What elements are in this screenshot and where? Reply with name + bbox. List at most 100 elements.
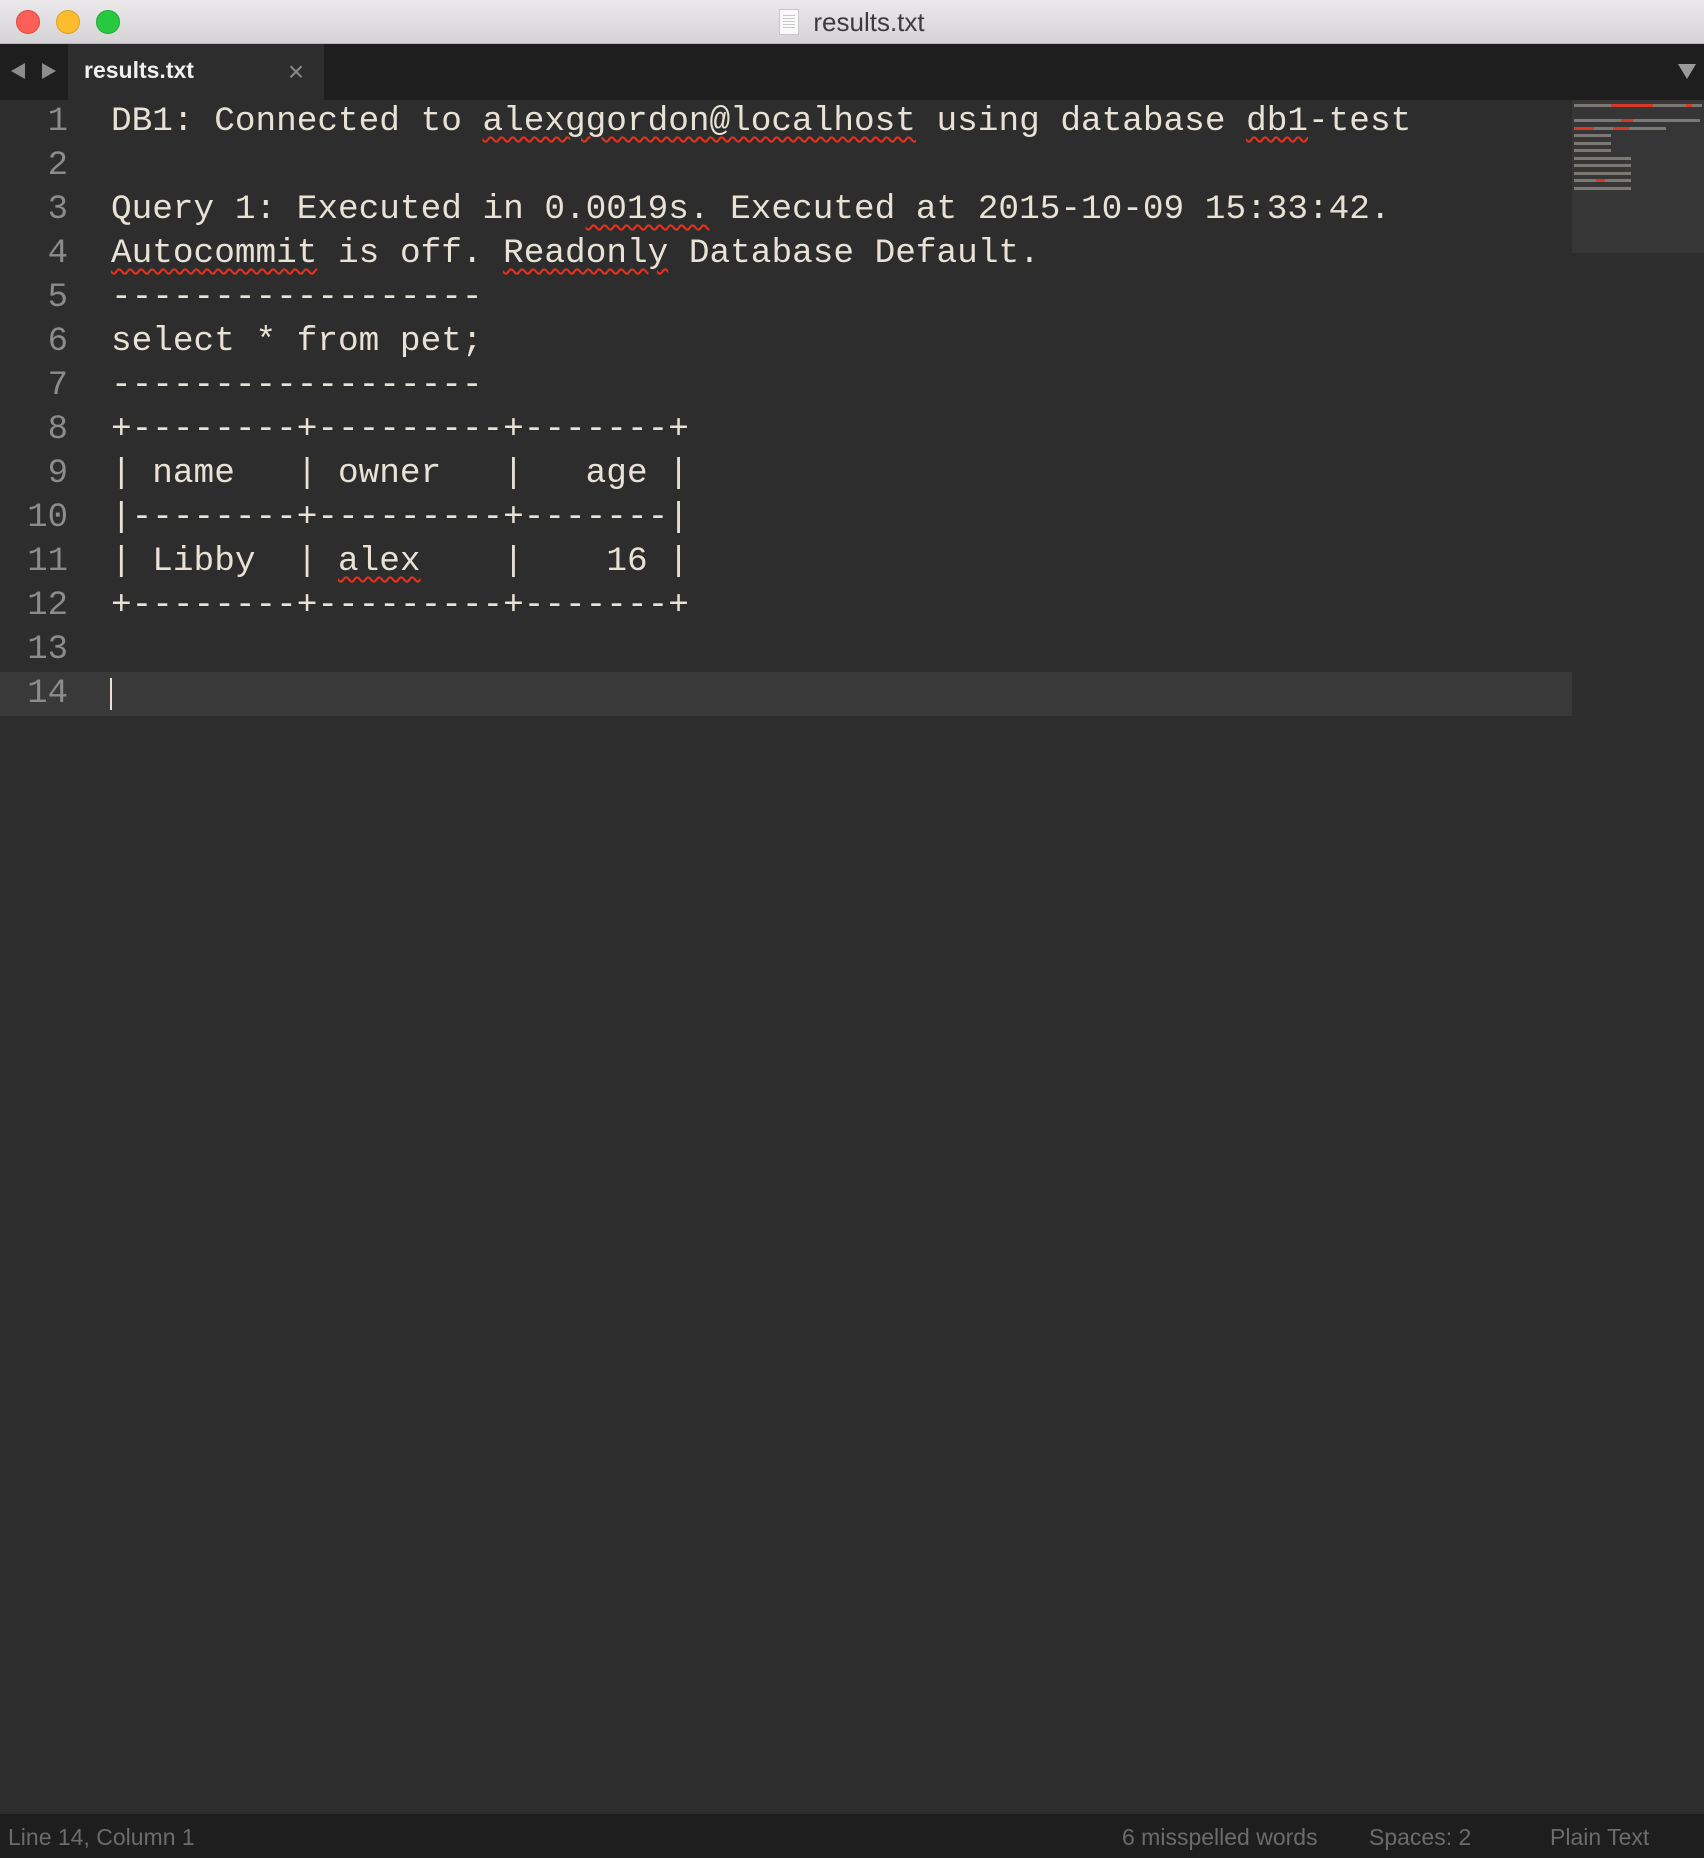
- line-number: 8: [47, 411, 68, 449]
- editor-line[interactable]: 6 select * from pet;: [0, 320, 1572, 364]
- minimap-line: [1653, 104, 1686, 107]
- text-segment: |--------+---------+-------|: [111, 498, 689, 537]
- line-number: 10: [27, 499, 68, 537]
- text-segment: Executed at 2015-10-09 15:33:42.: [709, 190, 1391, 229]
- line-text: ------------------: [111, 364, 482, 408]
- line-number: 9: [47, 455, 68, 493]
- editor-line[interactable]: 7 ------------------: [0, 364, 1572, 408]
- line-text: +--------+---------+-------+: [111, 584, 689, 628]
- current-line[interactable]: 14: [0, 672, 1572, 716]
- line-number: 7: [47, 367, 68, 405]
- line-number: 5: [47, 279, 68, 317]
- line-text: | Libby | alex | 16 |: [111, 540, 689, 584]
- minimap-line: [1574, 119, 1621, 122]
- text-segment: -test: [1308, 102, 1412, 141]
- editor-line[interactable]: 1 DB1: Connected to alexggordon@localhost…: [0, 100, 1572, 144]
- minimap-line: [1574, 156, 1631, 160]
- triangle-right-icon[interactable]: [42, 63, 56, 79]
- line-text: Autocommit is off. Readonly Database Def…: [111, 232, 1040, 276]
- line-text: |--------+---------+-------|: [111, 496, 689, 540]
- editor-line[interactable]: 12 +--------+---------+-------+: [0, 584, 1572, 628]
- text-segment: | name | owner | age |: [111, 454, 689, 493]
- editor-line[interactable]: 5 ------------------: [0, 276, 1572, 320]
- line-number: 11: [27, 543, 68, 581]
- line-text: DB1: Connected to alexggordon@localhost …: [111, 100, 1411, 144]
- minimap-line: [1574, 164, 1631, 167]
- editor-line[interactable]: 11 | Libby | alex | 16 |: [0, 540, 1572, 584]
- minimap-line: [1620, 119, 1634, 122]
- minimap-line: [1574, 141, 1611, 145]
- text-segment: | 16 |: [420, 542, 689, 581]
- window-title-group: results.txt: [0, 0, 1704, 44]
- tab-label: results.txt: [84, 57, 194, 83]
- misspelled-word: 0019s.: [585, 190, 710, 229]
- line-number: 1: [47, 103, 68, 141]
- text-segment: is off.: [317, 234, 504, 273]
- line-number: 13: [27, 631, 68, 669]
- minimap-line: [1574, 104, 1611, 107]
- misspelled-word: Autocommit: [111, 234, 318, 273]
- line-text: | name | owner | age |: [111, 452, 689, 496]
- minimap-line: [1574, 171, 1631, 175]
- misspelled-word: Readonly: [503, 234, 669, 273]
- line-number: 4: [47, 235, 68, 273]
- close-tab-icon[interactable]: ×: [282, 58, 310, 86]
- text-segment: using database: [915, 102, 1247, 141]
- text-segment: +--------+---------+-------+: [111, 586, 689, 625]
- line-number: 14: [27, 675, 68, 713]
- line-text: +--------+---------+-------+: [111, 408, 689, 452]
- minimap-line: [1610, 104, 1654, 107]
- triangle-left-icon[interactable]: [11, 63, 25, 79]
- misspelled-word: db1: [1246, 102, 1309, 141]
- status-bar: Line 14, Column 1 6 misspelled words Spa…: [0, 1814, 1704, 1858]
- editor-line[interactable]: 4 Autocommit is off. Readonly Database De…: [0, 232, 1572, 276]
- minimap-line: [1574, 149, 1611, 152]
- indentation-setting[interactable]: Spaces: 2: [1369, 1824, 1471, 1851]
- text-segment: | Libby |: [111, 542, 339, 581]
- editor-line[interactable]: 13: [0, 628, 1572, 672]
- cursor-position: Line 14, Column 1: [8, 1824, 195, 1850]
- line-text: ------------------: [111, 276, 482, 320]
- text-segment: ------------------: [111, 366, 483, 405]
- editor-line[interactable]: 10 |--------+---------+-------|: [0, 496, 1572, 540]
- line-text: select * from pet;: [111, 320, 482, 364]
- tab-bar: results.txt ×: [0, 44, 1704, 100]
- text-editor[interactable]: 1 DB1: Connected to alexggordon@localhost…: [0, 100, 1572, 1814]
- text-segment: ------------------: [111, 278, 483, 317]
- minimap-line: [1574, 186, 1631, 190]
- line-number: 2: [47, 147, 68, 185]
- minimap-line: [1628, 126, 1666, 130]
- text-segment: Query 1: Executed in 0.: [111, 190, 586, 229]
- editor-line[interactable]: 8 +--------+---------+-------+: [0, 408, 1572, 452]
- editor-line[interactable]: 9 | name | owner | age |: [0, 452, 1572, 496]
- spelling-status[interactable]: 6 misspelled words: [1122, 1824, 1318, 1851]
- line-number: 3: [47, 191, 68, 229]
- title-bar: results.txt: [0, 0, 1704, 44]
- text-segment: select * from pet;: [111, 322, 483, 361]
- misspelled-word: alexggordon@localhost: [482, 102, 916, 141]
- minimap-line: [1596, 179, 1605, 182]
- text-segment: Database Default.: [668, 234, 1040, 273]
- tab-results-txt[interactable]: results.txt ×: [68, 44, 324, 100]
- minimap-line: [1574, 179, 1597, 182]
- editor-line[interactable]: 2: [0, 144, 1572, 188]
- minimap-line: [1604, 179, 1631, 182]
- minimap-line: [1692, 104, 1703, 107]
- text-segment: DB1: Connected to: [111, 102, 483, 141]
- triangle-down-icon[interactable]: [1678, 64, 1696, 79]
- document-icon: [779, 9, 800, 35]
- text-caret: [110, 678, 112, 710]
- line-text: Query 1: Executed in 0.0019s. Executed a…: [111, 188, 1391, 232]
- syntax-mode[interactable]: Plain Text: [1550, 1824, 1649, 1851]
- minimap[interactable]: [1572, 100, 1704, 1814]
- minimap-line: [1612, 126, 1629, 130]
- window-title: results.txt: [813, 6, 925, 37]
- line-number: 6: [47, 323, 68, 361]
- minimap-line: [1574, 134, 1611, 137]
- editor-line[interactable]: 3 Query 1: Executed in 0.0019s. Executed …: [0, 188, 1572, 232]
- minimap-viewport[interactable]: [1572, 100, 1704, 253]
- minimap-line: [1594, 126, 1613, 130]
- minimap-line: [1633, 119, 1701, 122]
- minimap-line: [1574, 126, 1595, 130]
- misspelled-word: alex: [338, 542, 421, 581]
